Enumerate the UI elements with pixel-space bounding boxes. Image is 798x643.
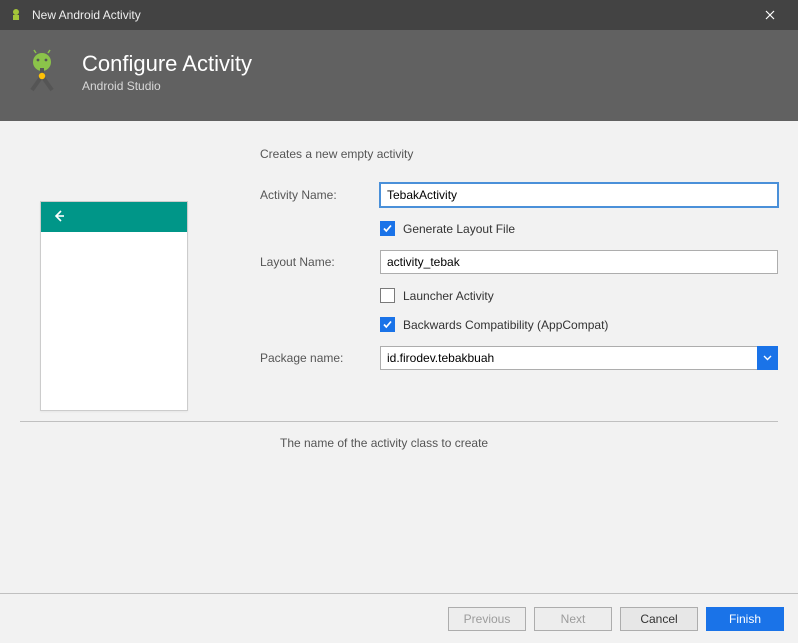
generate-layout-label: Generate Layout File [403, 222, 515, 236]
next-button[interactable]: Next [534, 607, 612, 631]
backwards-compat-label: Backwards Compatibility (AppCompat) [403, 318, 608, 332]
field-help-text: The name of the activity class to create [0, 422, 798, 450]
package-name-dropdown-button[interactable] [757, 346, 778, 370]
form-intro: Creates a new empty activity [260, 147, 778, 161]
layout-name-label: Layout Name: [260, 255, 380, 269]
activity-name-label: Activity Name: [260, 188, 380, 202]
back-arrow-icon [51, 208, 67, 227]
titlebar: New Android Activity [0, 0, 798, 30]
android-studio-icon [8, 7, 24, 23]
header-subtitle: Android Studio [82, 79, 252, 93]
close-button[interactable] [750, 0, 790, 30]
wizard-footer: Previous Next Cancel Finish [0, 593, 798, 643]
android-studio-logo [20, 48, 64, 95]
window-title: New Android Activity [32, 8, 141, 22]
chevron-down-icon [763, 351, 772, 365]
layout-name-input[interactable] [380, 250, 778, 274]
checkbox-checked-icon [380, 221, 395, 236]
launcher-activity-checkbox[interactable]: Launcher Activity [380, 288, 778, 303]
package-name-label: Package name: [260, 351, 380, 365]
checkbox-checked-icon [380, 317, 395, 332]
previous-button[interactable]: Previous [448, 607, 526, 631]
activity-preview [40, 201, 188, 411]
wizard-header: Configure Activity Android Studio [0, 30, 798, 121]
finish-button[interactable]: Finish [706, 607, 784, 631]
header-title: Configure Activity [82, 51, 252, 77]
checkbox-unchecked-icon [380, 288, 395, 303]
activity-name-input[interactable] [380, 183, 778, 207]
generate-layout-checkbox[interactable]: Generate Layout File [380, 221, 778, 236]
backwards-compat-checkbox[interactable]: Backwards Compatibility (AppCompat) [380, 317, 778, 332]
launcher-activity-label: Launcher Activity [403, 289, 494, 303]
package-name-input[interactable] [380, 346, 757, 370]
cancel-button[interactable]: Cancel [620, 607, 698, 631]
